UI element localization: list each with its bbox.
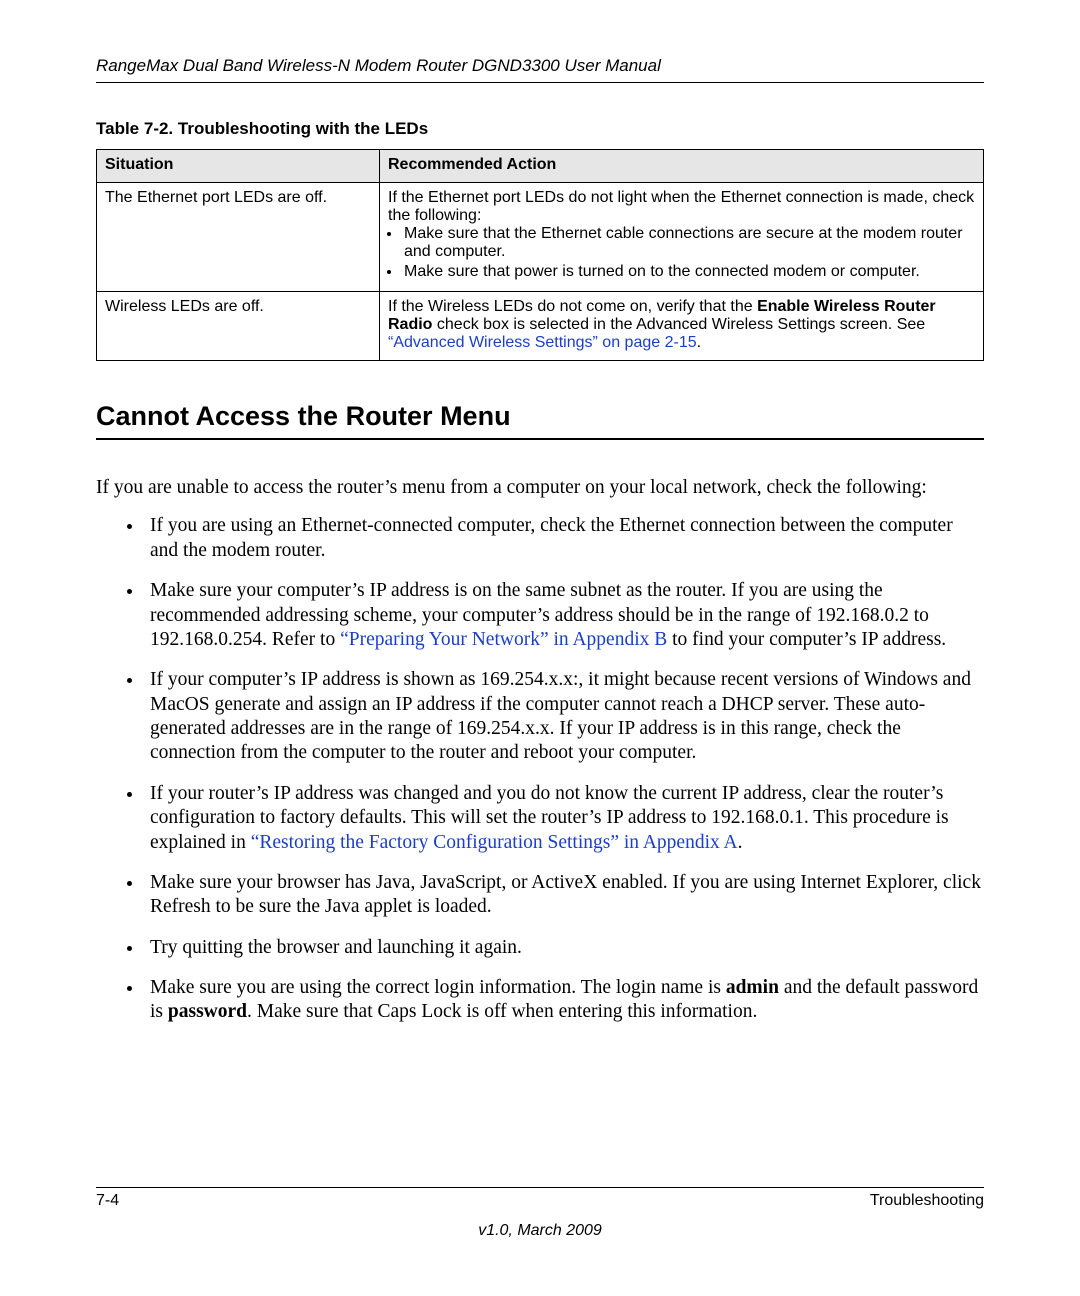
footer-version: v1.0, March 2009 — [0, 1222, 1080, 1240]
table-header-action: Recommended Action — [380, 150, 984, 183]
footer-chapter: Troubleshooting — [870, 1192, 984, 1210]
item-text: to find your computer’s IP address. — [667, 629, 946, 650]
item-text: . — [738, 832, 743, 853]
table-row: The Ethernet port LEDs are off. If the E… — [97, 183, 984, 292]
cell-text: If the Ethernet port LEDs do not light w… — [388, 189, 974, 224]
table-header-row: Situation Recommended Action — [97, 150, 984, 183]
table-cell-action: If the Wireless LEDs do not come on, ver… — [380, 292, 984, 361]
footer-page-number: 7-4 — [96, 1192, 119, 1210]
list-item: If you are using an Ethernet-connected c… — [144, 514, 984, 563]
list-item: If your computer’s IP address is shown a… — [144, 668, 984, 766]
running-head: RangeMax Dual Band Wireless-N Modem Rout… — [96, 56, 984, 83]
table-cell-situation: The Ethernet port LEDs are off. — [97, 183, 380, 292]
section-list: If you are using an Ethernet-connected c… — [96, 514, 984, 1024]
cell-text: check box is selected in the Advanced Wi… — [432, 316, 925, 333]
table-row: Wireless LEDs are off. If the Wireless L… — [97, 292, 984, 361]
list-item: Make sure your computer’s IP address is … — [144, 579, 984, 652]
list-item: If your router’s IP address was changed … — [144, 782, 984, 855]
list-item: Make sure you are using the correct logi… — [144, 976, 984, 1025]
section-heading: Cannot Access the Router Menu — [96, 401, 984, 440]
troubleshooting-table: Situation Recommended Action The Etherne… — [96, 149, 984, 361]
cell-text: If the Wireless LEDs do not come on, ver… — [388, 298, 757, 315]
item-bold: admin — [726, 977, 779, 998]
table-header-situation: Situation — [97, 150, 380, 183]
item-text: Make sure you are using the correct logi… — [150, 977, 726, 998]
list-item: Make sure your browser has Java, JavaScr… — [144, 871, 984, 920]
item-text: . Make sure that Caps Lock is off when e… — [247, 1001, 757, 1022]
list-item: Try quitting the browser and launching i… — [144, 936, 984, 960]
page-footer: 7-4 Troubleshooting — [96, 1187, 984, 1210]
table-caption: Table 7-2. Troubleshooting with the LEDs — [96, 119, 984, 139]
cell-bullet-list: Make sure that the Ethernet cable connec… — [388, 225, 975, 281]
cross-reference-link[interactable]: “Preparing Your Network” in Appendix B — [340, 629, 667, 650]
table-cell-situation: Wireless LEDs are off. — [97, 292, 380, 361]
section-intro: If you are unable to access the router’s… — [96, 476, 984, 500]
table-cell-action: If the Ethernet port LEDs do not light w… — [380, 183, 984, 292]
manual-page: RangeMax Dual Band Wireless-N Modem Rout… — [0, 0, 1080, 1296]
item-bold: password — [168, 1001, 247, 1022]
cell-bullet: Make sure that the Ethernet cable connec… — [402, 225, 975, 261]
cell-text: . — [697, 334, 701, 351]
cell-bullet: Make sure that power is turned on to the… — [402, 263, 975, 281]
cross-reference-link[interactable]: “Advanced Wireless Settings” on page 2-1… — [388, 334, 697, 351]
cross-reference-link[interactable]: “Restoring the Factory Configuration Set… — [251, 832, 738, 853]
